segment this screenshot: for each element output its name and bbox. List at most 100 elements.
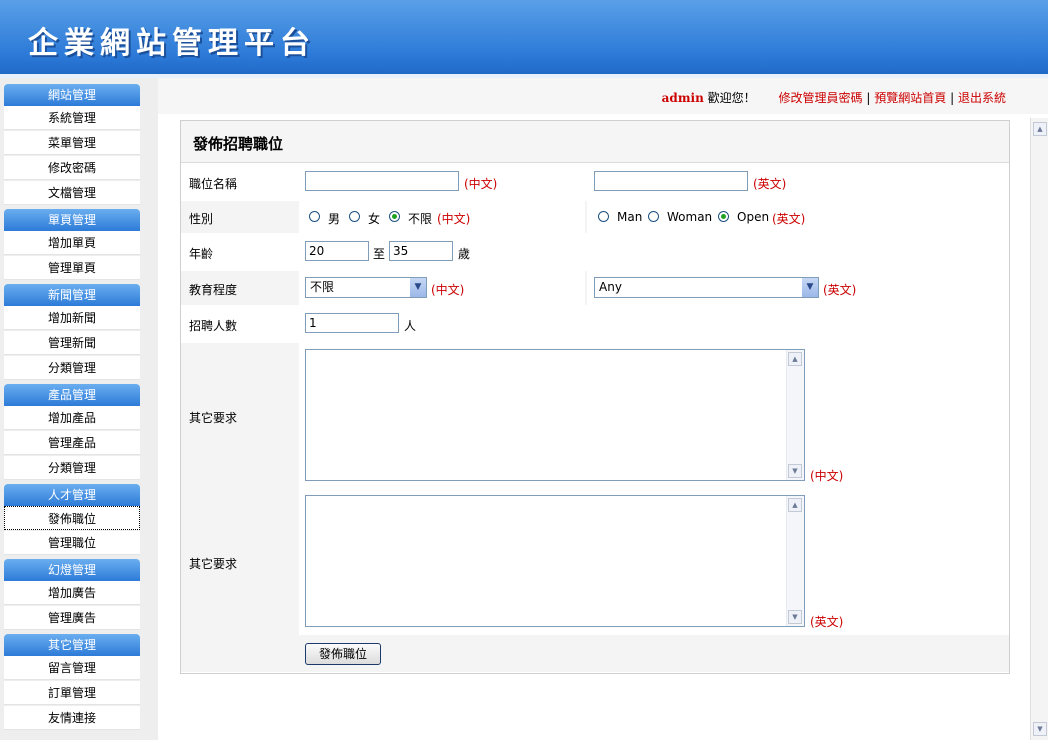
scroll-up-icon[interactable]: ▲ <box>788 498 802 512</box>
gender-en-man-radio[interactable] <box>598 211 609 222</box>
age-to-input[interactable]: 35 <box>389 241 453 261</box>
logout-link[interactable]: 退出系統 <box>958 91 1006 105</box>
sidebar-item-product-categories[interactable]: 分類管理 <box>4 456 140 480</box>
row-gender: 性別 男 女 不限 (中文) Man Woman Open (英文) <box>181 201 1009 233</box>
sidebar-group-other[interactable]: 其它管理 <box>4 634 140 656</box>
headcount-unit: 人 <box>404 319 417 333</box>
scroll-up-icon[interactable]: ▲ <box>788 352 802 366</box>
age-to-word: 至 <box>373 247 386 261</box>
textarea-scrollbar[interactable]: ▲ ▼ <box>786 496 804 626</box>
sidebar: 網站管理 系統管理 菜單管理 修改密碼 文檔管理 單頁管理 增加單頁 管理單頁 … <box>0 78 158 740</box>
sidebar-item-add-page[interactable]: 增加單頁 <box>4 231 140 255</box>
gender-cn-female-radio[interactable] <box>349 211 360 222</box>
header-banner: 企業網站管理平台 <box>0 0 1048 78</box>
sidebar-item-orders[interactable]: 訂單管理 <box>4 681 140 705</box>
post-job-form: 發佈招聘職位 職位名稱 (中文) (英文) 性別 男 女 不限 (中文) Man… <box>180 120 1010 674</box>
sidebar-item-add-news[interactable]: 增加新聞 <box>4 306 140 330</box>
scroll-down-icon[interactable]: ▼ <box>1033 722 1047 736</box>
sidebar-item-messages[interactable]: 留言管理 <box>4 656 140 680</box>
gender-en-open-label: Open <box>737 210 770 224</box>
gender-en-woman-label: Woman <box>667 210 713 224</box>
en-tag: (英文) <box>810 615 844 629</box>
en-tag: (英文) <box>823 283 857 297</box>
admin-username: admin <box>661 91 704 105</box>
welcome-text: 歡迎您！ <box>707 91 756 105</box>
other-cn-label: 其它要求 <box>189 411 238 425</box>
education-en-value: Any <box>599 280 622 294</box>
gender-cn-male-label: 男 <box>328 212 341 226</box>
page-scrollbar[interactable]: ▲ ▼ <box>1030 118 1048 740</box>
sidebar-group-news[interactable]: 新聞管理 <box>4 284 140 306</box>
other-cn-textarea[interactable]: ▲ ▼ <box>305 349 805 481</box>
en-tag: (英文) <box>772 212 806 226</box>
headcount-label: 招聘人數 <box>189 319 238 333</box>
sidebar-item-manage-products[interactable]: 管理產品 <box>4 431 140 455</box>
sidebar-item-news-categories[interactable]: 分類管理 <box>4 356 140 380</box>
scroll-up-icon[interactable]: ▲ <box>1033 122 1047 136</box>
sidebar-group-talent[interactable]: 人才管理 <box>4 484 140 506</box>
link-separator: | <box>950 91 955 105</box>
gender-en-open-radio[interactable] <box>718 211 729 222</box>
sidebar-item-manage-pages[interactable]: 管理單頁 <box>4 256 140 280</box>
other-en-textarea[interactable]: ▲ ▼ <box>305 495 805 627</box>
form-title: 發佈招聘職位 <box>193 135 284 153</box>
chevron-down-icon[interactable]: ▼ <box>802 278 818 297</box>
scroll-down-icon[interactable]: ▼ <box>788 464 802 478</box>
row-education: 教育程度 不限 ▼ (中文) Any ▼ (英文) <box>181 271 1009 305</box>
age-label: 年齡 <box>189 247 214 261</box>
education-cn-value: 不限 <box>310 280 335 294</box>
row-other-cn: 其它要求 ▲ ▼ (中文) <box>181 343 1009 489</box>
en-tag: (英文) <box>753 177 787 191</box>
textarea-scrollbar[interactable]: ▲ ▼ <box>786 350 804 480</box>
row-position: 職位名稱 (中文) (英文) <box>181 163 1009 201</box>
gender-en-woman-radio[interactable] <box>648 211 659 222</box>
sidebar-item-post-job[interactable]: 發佈職位 <box>4 506 140 530</box>
education-cn-select[interactable]: 不限 ▼ <box>305 277 427 298</box>
cn-tag: (中文) <box>431 283 465 297</box>
chevron-down-icon[interactable]: ▼ <box>410 278 426 297</box>
preview-home-link[interactable]: 預覽網站首頁 <box>874 91 946 105</box>
gender-label: 性別 <box>189 212 214 226</box>
sidebar-group-products[interactable]: 產品管理 <box>4 384 140 406</box>
age-from-input[interactable]: 20 <box>305 241 369 261</box>
education-label: 教育程度 <box>189 283 238 297</box>
change-admin-password-link[interactable]: 修改管理員密碼 <box>779 91 863 105</box>
row-age: 年齡 20 至 35 歲 <box>181 233 1009 271</box>
gender-cn-male-radio[interactable] <box>309 211 320 222</box>
sidebar-item-add-ad[interactable]: 增加廣告 <box>4 581 140 605</box>
sidebar-group-pages[interactable]: 單頁管理 <box>4 209 140 231</box>
app-title: 企業網站管理平台 <box>28 26 316 61</box>
sidebar-item-manage-jobs[interactable]: 管理職位 <box>4 531 140 555</box>
cn-tag: (中文) <box>464 177 498 191</box>
row-headcount: 招聘人數 1 人 <box>181 305 1009 343</box>
sidebar-group-site[interactable]: 網站管理 <box>4 84 140 106</box>
sidebar-item-friend-links[interactable]: 友情連接 <box>4 706 140 730</box>
sidebar-item-password[interactable]: 修改密碼 <box>4 156 140 180</box>
sidebar-item-system[interactable]: 系統管理 <box>4 106 140 130</box>
age-unit: 歲 <box>458 247 471 261</box>
sidebar-item-add-product[interactable]: 增加產品 <box>4 406 140 430</box>
position-cn-input[interactable] <box>305 171 459 191</box>
post-job-submit-button[interactable]: 發佈職位 <box>305 643 381 665</box>
scroll-down-icon[interactable]: ▼ <box>788 610 802 624</box>
sidebar-item-menu[interactable]: 菜單管理 <box>4 131 140 155</box>
position-en-input[interactable] <box>594 171 748 191</box>
gender-cn-any-radio[interactable] <box>389 211 400 222</box>
link-separator: | <box>866 91 871 105</box>
form-header: 發佈招聘職位 <box>181 121 1009 163</box>
headcount-input[interactable]: 1 <box>305 313 399 333</box>
gender-cn-any-label: 不限 <box>408 212 433 226</box>
education-en-select[interactable]: Any ▼ <box>594 277 819 298</box>
sidebar-item-manage-news[interactable]: 管理新聞 <box>4 331 140 355</box>
top-info-bar: admin 歡迎您！ 修改管理員密碼 | 預覽網站首頁 | 退出系統 <box>158 78 1048 114</box>
sidebar-item-manage-ads[interactable]: 管理廣告 <box>4 606 140 630</box>
position-label: 職位名稱 <box>189 177 238 191</box>
user-info: admin 歡迎您！ 修改管理員密碼 | 預覽網站首頁 | 退出系統 <box>662 89 1006 106</box>
other-en-label: 其它要求 <box>189 557 238 571</box>
sidebar-group-slides[interactable]: 幻燈管理 <box>4 559 140 581</box>
cn-tag: (中文) <box>437 212 471 226</box>
gender-cn-female-label: 女 <box>368 212 381 226</box>
cn-tag: (中文) <box>810 469 844 483</box>
gender-en-man-label: Man <box>617 210 643 224</box>
sidebar-item-documents[interactable]: 文檔管理 <box>4 181 140 205</box>
